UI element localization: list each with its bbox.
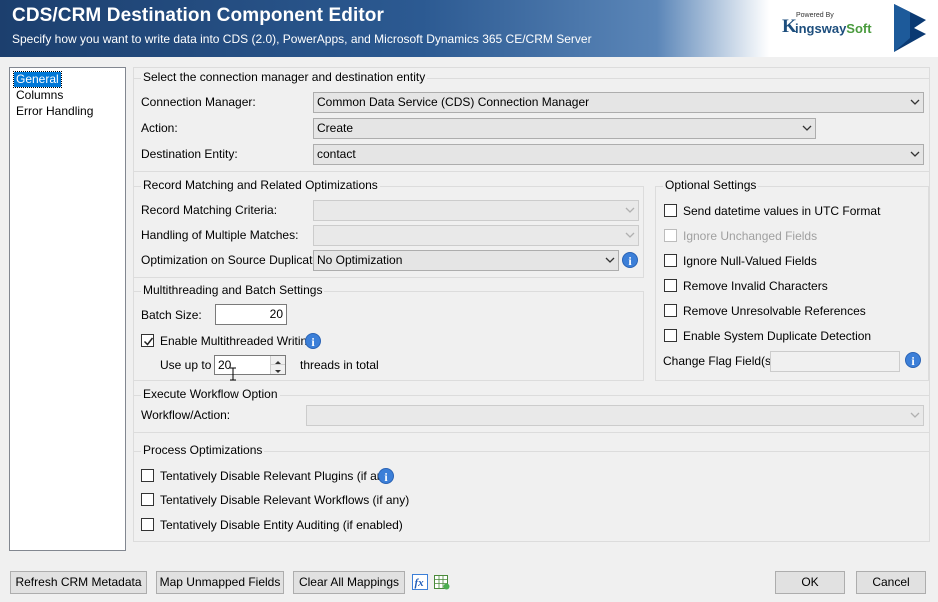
action-value: Create xyxy=(317,121,354,135)
map-unmapped-button[interactable]: Map Unmapped Fields xyxy=(156,571,284,594)
nav-item-error-handling[interactable]: Error Handling xyxy=(14,104,95,119)
multiple-matches-select[interactable] xyxy=(313,225,639,246)
cancel-button[interactable]: Cancel xyxy=(856,571,926,594)
duplicate-detection-label: Enable System Duplicate Detection xyxy=(683,329,872,343)
chevron-down-icon xyxy=(910,151,920,157)
info-icon[interactable]: i xyxy=(378,468,394,484)
source-duplicates-label: Optimization on Source Duplicates: xyxy=(141,253,329,267)
use-up-to-label: Use up to xyxy=(160,358,212,372)
action-select[interactable]: Create xyxy=(313,118,816,139)
checkmark-icon xyxy=(143,337,154,346)
action-label: Action: xyxy=(141,121,178,135)
record-matching-group-title: Record Matching and Related Optimization… xyxy=(141,178,380,192)
connection-group-title: Select the connection manager and destin… xyxy=(141,70,428,84)
change-flag-input[interactable] xyxy=(770,351,900,372)
ignore-null-label: Ignore Null-Valued Fields xyxy=(683,254,817,268)
kingswaysoft-logo: Powered By K ingswaySoft xyxy=(782,12,878,44)
disable-workflows-label: Tentatively Disable Relevant Workflows (… xyxy=(160,493,410,507)
process-optimizations-group-title: Process Optimizations xyxy=(141,443,265,457)
grid-icon[interactable] xyxy=(434,574,450,590)
spin-up-button[interactable] xyxy=(271,356,285,365)
enable-multithreaded-checkbox[interactable] xyxy=(141,334,154,347)
logo-k: K xyxy=(782,16,797,37)
disable-plugins-checkbox[interactable] xyxy=(141,469,154,482)
dynamics-logo-icon xyxy=(894,4,926,52)
window-subtitle: Specify how you want to write data into … xyxy=(12,32,592,46)
utc-format-checkbox[interactable] xyxy=(664,204,677,217)
source-duplicates-select[interactable]: No Optimization xyxy=(313,250,619,271)
matching-criteria-select[interactable] xyxy=(313,200,639,221)
spin-down-button[interactable] xyxy=(271,365,285,374)
duplicate-detection-checkbox[interactable] xyxy=(664,329,677,342)
change-flag-label: Change Flag Field(s): xyxy=(663,354,779,368)
nav-item-columns[interactable]: Columns xyxy=(14,88,65,103)
text-cursor-icon xyxy=(230,367,236,381)
fx-icon[interactable]: fx xyxy=(412,574,428,590)
connection-manager-select[interactable]: Common Data Service (CDS) Connection Man… xyxy=(313,92,924,113)
destination-entity-label: Destination Entity: xyxy=(141,147,238,161)
optional-settings-group-title: Optional Settings xyxy=(663,178,759,192)
remove-invalid-label: Remove Invalid Characters xyxy=(683,279,828,293)
workflow-action-label: Workflow/Action: xyxy=(141,408,231,422)
utc-format-label: Send datetime values in UTC Format xyxy=(683,204,881,218)
batch-size-input[interactable]: 20 xyxy=(215,304,287,325)
multiple-matches-label: Handling of Multiple Matches: xyxy=(141,228,299,242)
info-icon[interactable]: i xyxy=(622,252,638,268)
chevron-down-icon xyxy=(910,412,920,418)
matching-criteria-label: Record Matching Criteria: xyxy=(141,203,278,217)
chevron-down-icon xyxy=(605,257,615,263)
workflow-action-select[interactable] xyxy=(306,405,924,426)
logo-name-soft: Soft xyxy=(846,21,872,36)
spinner-buttons xyxy=(270,356,285,374)
batch-size-label: Batch Size: xyxy=(141,308,202,322)
destination-entity-value: contact xyxy=(317,147,356,161)
refresh-metadata-button[interactable]: Refresh CRM Metadata xyxy=(10,571,147,594)
ignore-unchanged-checkbox[interactable] xyxy=(664,229,677,242)
chevron-down-icon xyxy=(625,207,635,213)
source-duplicates-value: No Optimization xyxy=(317,253,403,267)
header-banner: CDS/CRM Destination Component Editor Spe… xyxy=(0,0,938,57)
threads-spinner[interactable]: 20 xyxy=(214,355,286,375)
destination-entity-select[interactable]: contact xyxy=(313,144,924,165)
info-icon[interactable]: i xyxy=(905,352,921,368)
connection-manager-label: Connection Manager: xyxy=(141,95,256,109)
info-icon[interactable]: i xyxy=(305,333,321,349)
enable-multithreaded-label: Enable Multithreaded Writing xyxy=(160,334,314,348)
chevron-down-icon xyxy=(625,232,635,238)
remove-unresolvable-label: Remove Unresolvable References xyxy=(683,304,866,318)
clear-mappings-button[interactable]: Clear All Mappings xyxy=(293,571,405,594)
disable-auditing-checkbox[interactable] xyxy=(141,518,154,531)
window-title: CDS/CRM Destination Component Editor xyxy=(12,5,384,26)
disable-auditing-label: Tentatively Disable Entity Auditing (if … xyxy=(160,518,403,532)
ok-button[interactable]: OK xyxy=(775,571,845,594)
ignore-null-checkbox[interactable] xyxy=(664,254,677,267)
remove-unresolvable-checkbox[interactable] xyxy=(664,304,677,317)
threads-suffix-label: threads in total xyxy=(300,358,379,372)
disable-plugins-label: Tentatively Disable Relevant Plugins (if… xyxy=(160,469,394,483)
chevron-down-icon xyxy=(910,99,920,105)
svg-text:fx: fx xyxy=(415,577,425,589)
multithreading-group-title: Multithreading and Batch Settings xyxy=(141,283,325,297)
logo-name-main: ingsway xyxy=(795,21,847,36)
nav-list: General Columns Error Handling xyxy=(9,67,126,551)
logo-name: ingswaySoft xyxy=(795,21,872,36)
nav-item-general[interactable]: General xyxy=(13,71,62,88)
chevron-down-icon xyxy=(275,370,281,373)
ignore-unchanged-label: Ignore Unchanged Fields xyxy=(683,229,818,243)
workflow-group-title: Execute Workflow Option xyxy=(141,387,280,401)
disable-workflows-checkbox[interactable] xyxy=(141,493,154,506)
chevron-down-icon xyxy=(802,125,812,131)
logo-powered-by: Powered By xyxy=(796,12,834,19)
remove-invalid-checkbox[interactable] xyxy=(664,279,677,292)
connection-manager-value: Common Data Service (CDS) Connection Man… xyxy=(317,95,590,109)
